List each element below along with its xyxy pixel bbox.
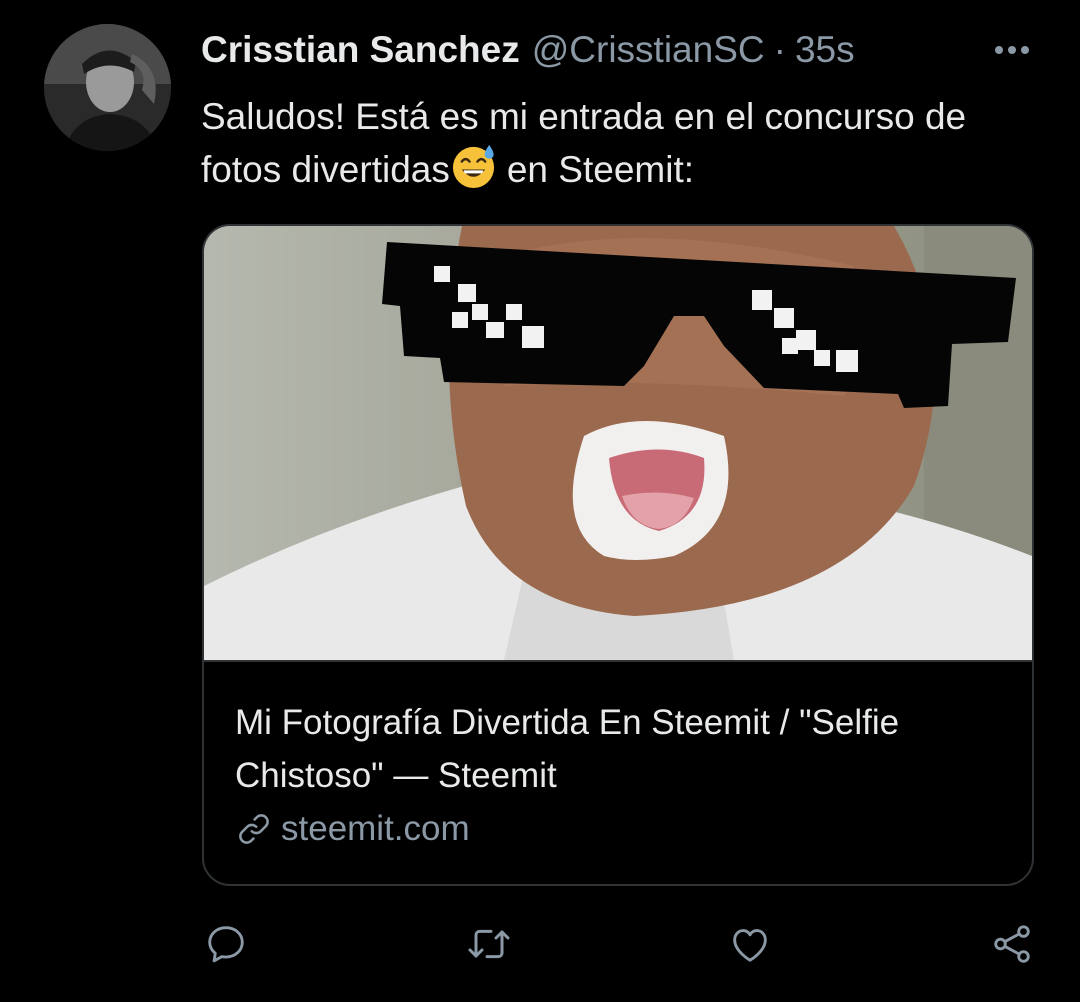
link-icon [239,814,269,844]
tweet-timestamp[interactable]: 35s [795,28,855,72]
avatar[interactable] [44,24,171,151]
author-display-name[interactable]: Crisstian Sanchez [201,28,520,72]
retweet-icon[interactable] [461,916,517,972]
card-domain-text: steemit.com [281,809,470,848]
card-divider [204,660,1032,662]
tweet-text-part2: en Steemit: [506,149,695,190]
author-handle[interactable]: @CrisstianSC [532,28,765,72]
tweet[interactable]: Crisstian Sanchez @CrisstianSC · 35s Sal… [0,0,1080,1002]
more-dot [995,46,1003,54]
more-options-icon[interactable] [990,36,1034,64]
like-icon[interactable] [722,916,778,972]
tweet-actions-bar [0,916,1080,976]
tweet-header: Crisstian Sanchez @CrisstianSC · 35s [201,28,855,72]
card-image[interactable] [204,226,1032,660]
share-icon[interactable] [984,916,1040,972]
header-separator: · [773,29,786,70]
tweet-text: Saludos! Está es mi entrada en el concur… [201,90,1021,196]
reply-icon[interactable] [198,916,254,972]
card-domain[interactable]: steemit.com [235,807,470,851]
more-dot [1021,46,1029,54]
link-preview-card[interactable]: Mi Fotografía Divertida En Steemit / "Se… [202,224,1034,886]
more-dot [1008,46,1016,54]
grinning-face-with-sweat-emoji [452,144,494,189]
card-title[interactable]: Mi Fotografía Divertida En Steemit / "Se… [235,696,995,802]
